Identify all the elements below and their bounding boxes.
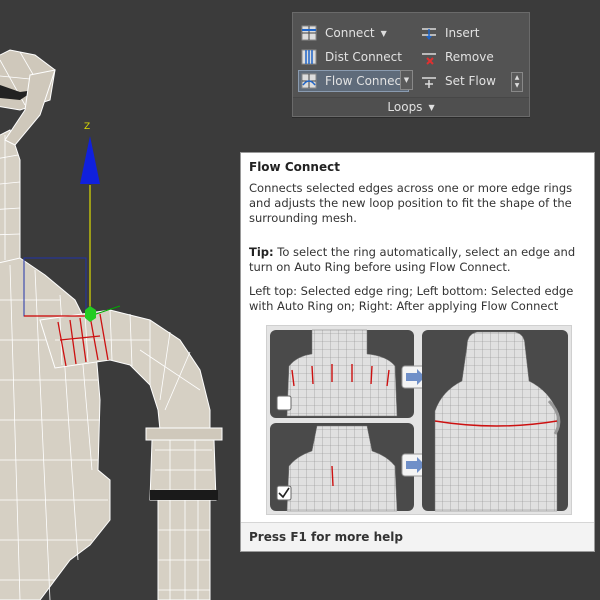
result-image bbox=[422, 330, 568, 512]
auto-ring-image bbox=[270, 423, 414, 512]
flow-connect-icon bbox=[301, 73, 317, 89]
dist-connect-button[interactable]: Dist Connect bbox=[301, 47, 402, 67]
tooltip-description: Connects selected edges across one or mo… bbox=[249, 181, 573, 225]
tip-text: To select the ring automatically, select… bbox=[249, 245, 576, 274]
set-flow-icon bbox=[422, 77, 436, 88]
insert-loop-button[interactable]: Insert bbox=[421, 23, 479, 43]
set-flow-label: Set Flow bbox=[445, 74, 496, 88]
flow-connect-button[interactable]: Flow Connect bbox=[298, 70, 409, 92]
connect-icon bbox=[301, 25, 317, 41]
remove-label: Remove bbox=[445, 50, 494, 64]
dist-connect-icon bbox=[301, 49, 317, 65]
loops-ribbon-panel: Connect ▼ Dist Connect Flow Connect ▼ In… bbox=[292, 12, 530, 117]
remove-loop-button[interactable]: Remove bbox=[421, 47, 494, 67]
tip-label: Tip: bbox=[249, 245, 274, 259]
dist-connect-label: Dist Connect bbox=[325, 50, 402, 64]
loops-panel-footer[interactable]: Loops ▼ bbox=[293, 97, 529, 116]
connect-label: Connect bbox=[325, 26, 375, 40]
tooltip-footer: Press F1 for more help bbox=[241, 522, 594, 551]
flow-connect-dropdown[interactable]: ▼ bbox=[400, 70, 413, 90]
remove-loop-icon bbox=[422, 53, 436, 65]
chevron-down-icon: ▼ bbox=[380, 28, 387, 38]
tooltip-tip: Tip: To select the ring automatically, s… bbox=[249, 245, 589, 275]
set-flow-button[interactable]: Set Flow bbox=[421, 71, 496, 91]
set-flow-spinner[interactable]: ▲ ▼ bbox=[511, 72, 523, 92]
insert-loop-icon bbox=[422, 28, 436, 40]
tooltip-illustration bbox=[266, 325, 572, 515]
edge-ring-image bbox=[270, 329, 414, 418]
flow-connect-label: Flow Connect bbox=[325, 74, 406, 88]
chevron-down-icon: ▼ bbox=[428, 102, 435, 112]
flow-connect-tooltip: Flow Connect Connects selected edges acr… bbox=[240, 152, 595, 552]
insert-label: Insert bbox=[445, 26, 480, 40]
tooltip-caption: Left top: Selected edge ring; Left botto… bbox=[249, 284, 574, 313]
connect-button[interactable]: Connect ▼ bbox=[301, 23, 387, 43]
loops-label: Loops bbox=[387, 100, 423, 114]
z-axis-label: Z bbox=[84, 122, 90, 132]
tooltip-title: Flow Connect bbox=[249, 160, 340, 174]
